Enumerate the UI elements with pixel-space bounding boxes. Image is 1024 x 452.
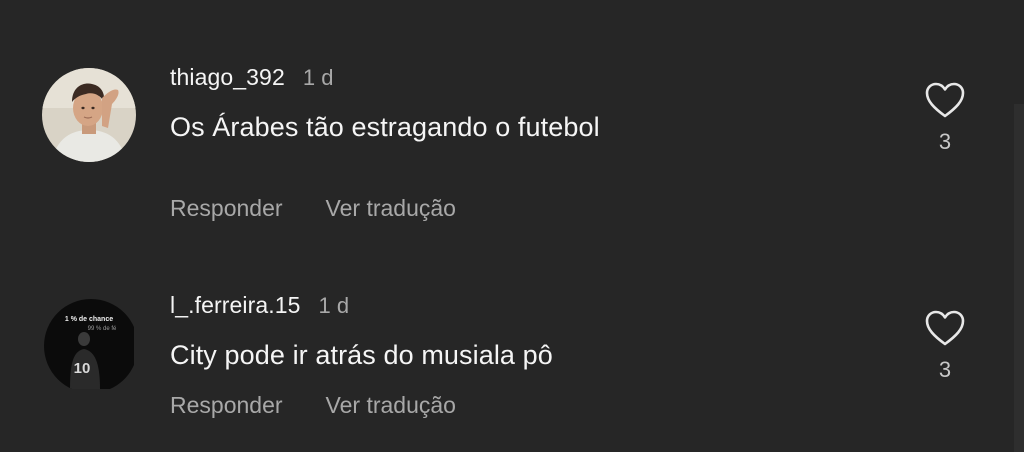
reply-button[interactable]: Responder	[170, 195, 283, 222]
heart-icon[interactable]	[924, 309, 966, 347]
like-count: 3	[938, 357, 952, 382]
avatar[interactable]: 1 % de chance 99 % de fé 10	[44, 299, 138, 393]
comment-actions: Responder Ver tradução	[170, 195, 456, 222]
avatar[interactable]	[42, 68, 136, 162]
avatar-jersey-number: 10	[74, 360, 91, 377]
username[interactable]: l_.ferreira.15	[170, 292, 301, 319]
comment-header: l_.ferreira.15 1 d	[170, 292, 349, 319]
translate-button[interactable]: Ver tradução	[326, 195, 456, 222]
comment-item: 1 % de chance 99 % de fé 10 l_.ferreira.…	[0, 240, 1024, 452]
like-control: 3	[922, 81, 968, 155]
avatar-photo-icon: 1 % de chance 99 % de fé 10	[44, 299, 134, 389]
comment-item: thiago_392 1 d Os Árabes tão estragando …	[0, 0, 1024, 240]
comment-time: 1 d	[318, 293, 350, 318]
heart-icon[interactable]	[924, 81, 966, 119]
comment-time: 1 d	[302, 65, 334, 90]
like-count: 3	[938, 129, 952, 154]
translate-button[interactable]: Ver tradução	[326, 392, 456, 419]
avatar-photo-icon	[42, 68, 136, 162]
comment-text: Os Árabes tão estragando o futebol	[170, 112, 600, 142]
comment-header: thiago_392 1 d	[170, 64, 333, 91]
like-control: 3	[922, 309, 968, 383]
avatar-caption-1: 1 % de chance	[65, 316, 113, 323]
username[interactable]: thiago_392	[170, 64, 285, 91]
comment-actions: Responder Ver tradução	[170, 392, 456, 419]
reply-button[interactable]: Responder	[170, 392, 283, 419]
comment-text: City pode ir atrás do musiala pô	[170, 340, 553, 370]
avatar-caption-2: 99 % de fé	[88, 326, 117, 332]
